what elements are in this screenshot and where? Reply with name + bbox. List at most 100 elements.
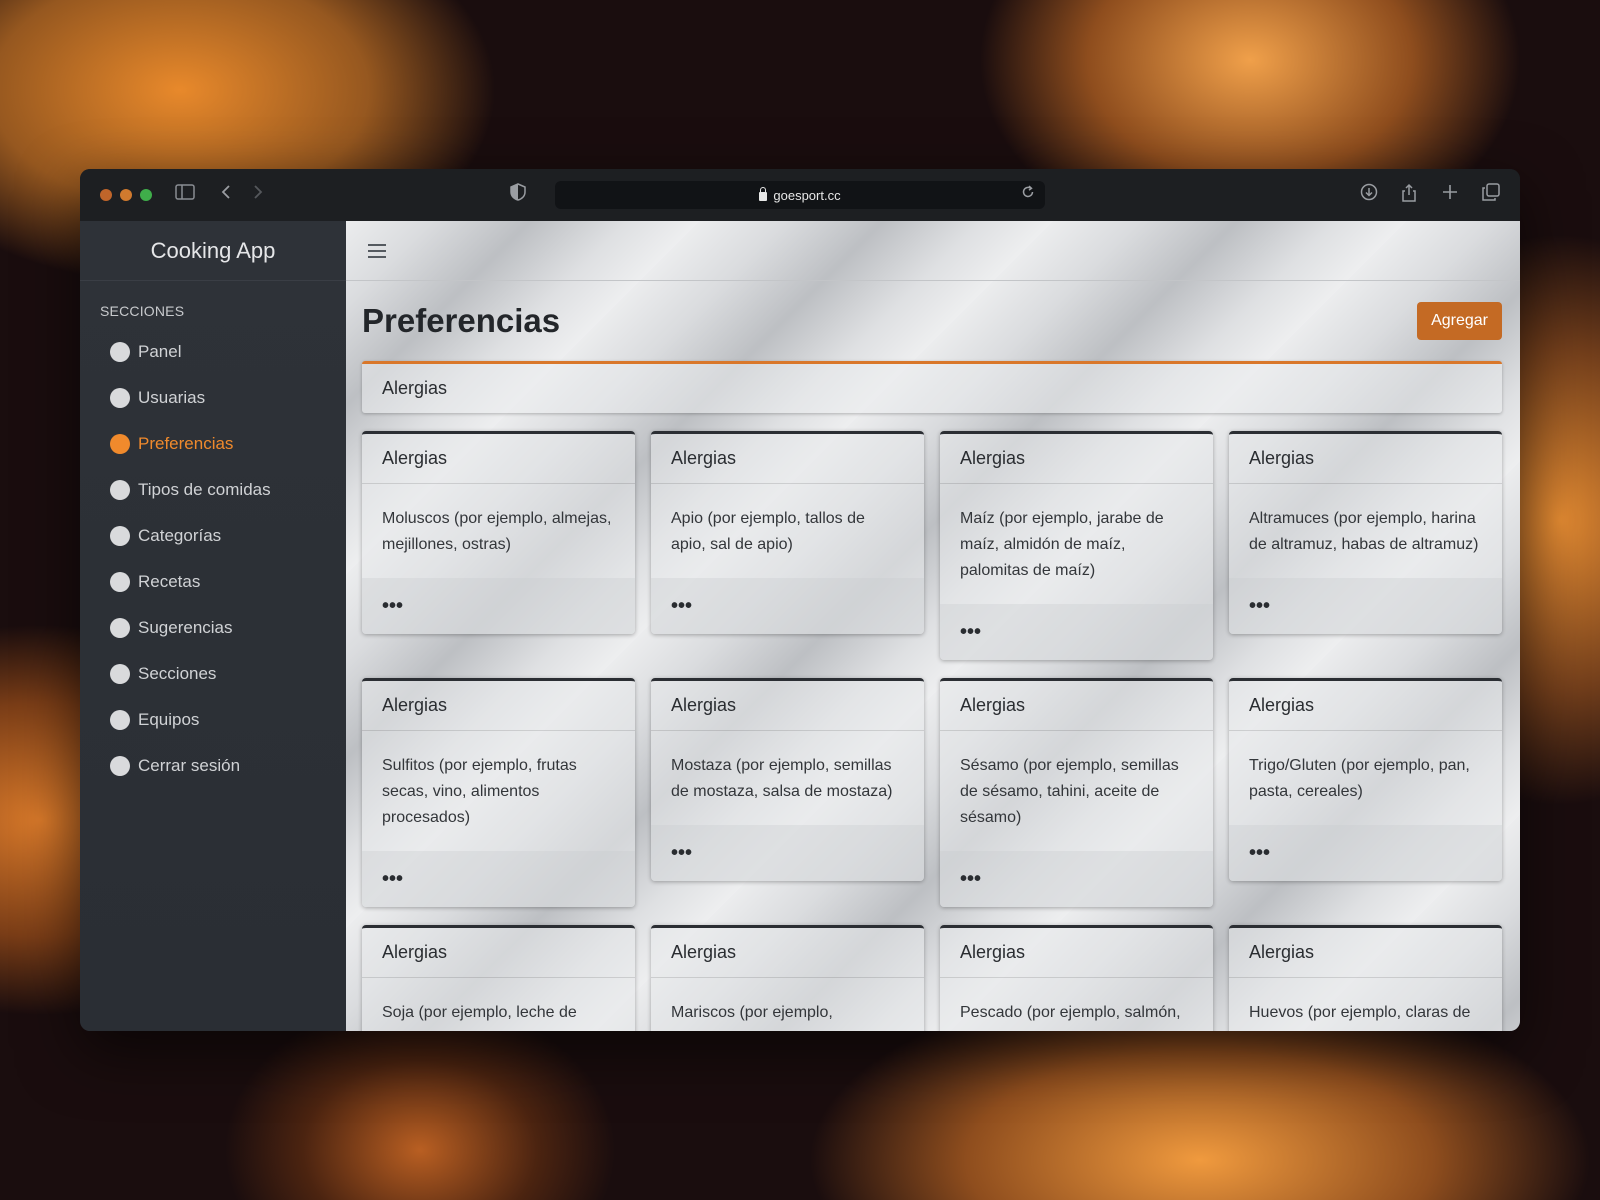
card-text: Mostaza (por ejemplo, semillas de mostaz… — [671, 757, 893, 800]
card-title: Alergias — [651, 434, 924, 484]
card-text: Moluscos (por ejemplo, almejas, mejillon… — [382, 510, 612, 553]
card-text: Sulfitos (por ejemplo, frutas secas, vin… — [382, 757, 577, 826]
card-text: Maíz (por ejemplo, jarabe de maíz, almid… — [960, 510, 1164, 579]
circle-icon — [110, 342, 130, 362]
browser-toolbar: goesport.cc — [80, 169, 1520, 221]
group-header[interactable]: Alergias — [362, 361, 1502, 413]
sidebar-item-label: Tipos de comidas — [138, 480, 271, 499]
circle-icon — [110, 572, 130, 592]
more-options-icon[interactable]: ••• — [940, 604, 1213, 660]
more-options-icon[interactable]: ••• — [1229, 578, 1502, 634]
card-title: Alergias — [362, 434, 635, 484]
more-options-icon[interactable]: ••• — [940, 851, 1213, 907]
main-content: Preferencias Agregar Alergias Alergias Mo… — [346, 221, 1520, 1031]
sidebar-item-recetas[interactable]: Recetas — [80, 559, 346, 605]
sidebar-item-usuarias[interactable]: Usuarias — [80, 375, 346, 421]
shield-icon[interactable] — [510, 183, 526, 206]
circle-icon — [110, 526, 130, 546]
card-title: Alergias — [1229, 928, 1502, 978]
more-options-icon[interactable]: ••• — [362, 851, 635, 907]
more-options-icon[interactable]: ••• — [651, 825, 924, 881]
sidebar-item-equipos[interactable]: Equipos — [80, 697, 346, 743]
sidebar-item-tipos-de-comidas[interactable]: Tipos de comidas — [80, 467, 346, 513]
circle-icon — [110, 480, 130, 500]
top-bar — [346, 221, 1520, 281]
card-text: Sésamo (por ejemplo, semillas de sésamo,… — [960, 757, 1179, 826]
address-bar[interactable]: goesport.cc — [555, 181, 1045, 209]
share-icon[interactable] — [1401, 183, 1417, 208]
lock-icon — [759, 186, 768, 201]
sidebar-item-label: Categorías — [138, 526, 222, 545]
card-title: Alergias — [362, 681, 635, 731]
card-text: Huevos (por ejemplo, claras de huevo, ye… — [1249, 1004, 1471, 1031]
card-text: Soja (por ejemplo, leche de soja, tofu, … — [382, 1004, 577, 1031]
sidebar-item-label: Recetas — [138, 572, 201, 591]
download-icon[interactable] — [1360, 183, 1378, 206]
card-text: Altramuces (por ejemplo, harina de altra… — [1249, 510, 1479, 553]
preference-card: Alergias Trigo/Gluten (por ejemplo, pan, … — [1229, 678, 1502, 881]
forward-icon[interactable] — [252, 183, 264, 205]
preference-card: Alergias Sulfitos (por ejemplo, frutas se… — [362, 678, 635, 907]
sidebar-item-cerrar-sesion[interactable]: Cerrar sesión — [80, 743, 346, 789]
close-window-button[interactable] — [100, 189, 112, 201]
sidebar-section-title: SECCIONES — [100, 303, 185, 319]
sidebar-item-panel[interactable]: Panel — [80, 329, 346, 375]
window-controls — [100, 189, 152, 201]
sidebar: Cooking App SECCIONES Panel Usuarias Pre… — [80, 221, 346, 1031]
url-text: goesport.cc — [773, 187, 841, 203]
sidebar-item-label: Secciones — [138, 664, 217, 683]
back-icon[interactable] — [220, 183, 232, 205]
page-title: Preferencias — [362, 302, 561, 339]
app-layout: Cooking App SECCIONES Panel Usuarias Pre… — [80, 221, 1520, 1031]
card-text: Trigo/Gluten (por ejemplo, pan, pasta, c… — [1249, 757, 1470, 800]
card-title: Alergias — [940, 928, 1213, 978]
card-title: Alergias — [651, 928, 924, 978]
more-options-icon[interactable]: ••• — [362, 578, 635, 634]
card-title: Alergias — [362, 928, 635, 978]
brand-title[interactable]: Cooking App — [80, 221, 346, 281]
preference-card: Alergias Pescado (por ejemplo, salmón, at… — [940, 925, 1213, 1031]
more-options-icon[interactable]: ••• — [1229, 825, 1502, 881]
circle-icon — [110, 434, 130, 454]
minimize-window-button[interactable] — [120, 189, 132, 201]
preference-card: Alergias Mariscos (por ejemplo, camarones… — [651, 925, 924, 1031]
circle-icon — [110, 710, 130, 730]
preference-card: Alergias Huevos (por ejemplo, claras de h… — [1229, 925, 1502, 1031]
hamburger-menu-icon[interactable] — [368, 243, 386, 258]
preference-card: Alergias Mostaza (por ejemplo, semillas d… — [651, 678, 924, 881]
sidebar-item-label: Usuarias — [138, 388, 206, 407]
card-title: Alergias — [940, 681, 1213, 731]
new-tab-icon[interactable] — [1442, 183, 1458, 205]
sidebar-item-label: Cerrar sesión — [138, 756, 241, 775]
preference-card: Alergias Maíz (por ejemplo, jarabe de maí… — [940, 431, 1213, 660]
sidebar-item-label: Sugerencias — [138, 618, 233, 637]
circle-icon — [110, 664, 130, 684]
reload-icon[interactable] — [1021, 185, 1035, 202]
tab-overview-icon[interactable] — [1482, 183, 1500, 206]
card-text: Pescado (por ejemplo, salmón, atún, baca… — [960, 1004, 1181, 1031]
circle-icon — [110, 388, 130, 408]
sidebar-toggle-icon[interactable] — [175, 183, 195, 205]
circle-icon — [110, 756, 130, 776]
zoom-window-button[interactable] — [140, 189, 152, 201]
card-text: Apio (por ejemplo, tallos de apio, sal d… — [671, 510, 865, 553]
add-button[interactable]: Agregar — [1417, 302, 1502, 340]
more-options-icon[interactable]: ••• — [651, 578, 924, 634]
sidebar-item-label: Panel — [138, 342, 182, 361]
card-text: Mariscos (por ejemplo, camarones, cangre… — [671, 1004, 895, 1031]
card-title: Alergias — [1229, 434, 1502, 484]
preference-card: Alergias Sésamo (por ejemplo, semillas de… — [940, 678, 1213, 907]
preference-card: Alergias Altramuces (por ejemplo, harina … — [1229, 431, 1502, 634]
preference-card: Alergias Moluscos (por ejemplo, almejas, … — [362, 431, 635, 634]
sidebar-item-sugerencias[interactable]: Sugerencias — [80, 605, 346, 651]
sidebar-item-categorias[interactable]: Categorías — [80, 513, 346, 559]
sidebar-item-label: Preferencias — [138, 434, 234, 453]
circle-icon — [110, 618, 130, 638]
sidebar-item-secciones[interactable]: Secciones — [80, 651, 346, 697]
sidebar-item-preferencias[interactable]: Preferencias — [80, 421, 346, 467]
card-title: Alergias — [1229, 681, 1502, 731]
card-title: Alergias — [940, 434, 1213, 484]
card-title: Alergias — [651, 681, 924, 731]
preferences-grid: Alergias Moluscos (por ejemplo, almejas, … — [362, 431, 1502, 1031]
browser-window: goesport.cc Cooking App SECCIONES Panel … — [80, 169, 1520, 1031]
